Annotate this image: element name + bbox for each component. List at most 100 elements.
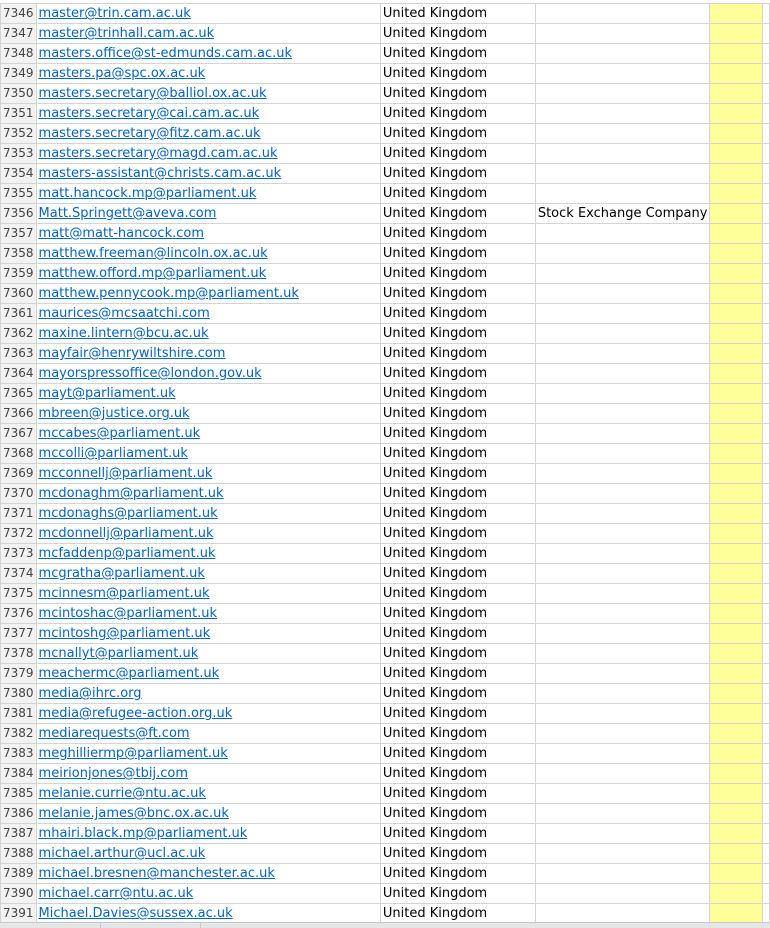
country-cell[interactable]: United Kingdom [379,83,536,104]
empty-cell[interactable] [762,183,770,204]
email-link[interactable]: michael.bresnen@manchester.ac.uk [39,866,275,881]
email-cell[interactable]: melanie.james@bnc.ox.ac.uk [35,803,381,824]
email-link[interactable]: meachermc@parliament.uk [39,666,220,681]
email-cell[interactable]: michael.arthur@ucl.ac.uk [35,843,381,864]
country-cell[interactable]: United Kingdom [379,163,536,184]
email-link[interactable]: melanie.currie@ntu.ac.uk [39,786,206,801]
note-cell[interactable] [534,743,711,764]
email-cell[interactable]: mcintoshg@parliament.uk [35,623,381,644]
note-cell[interactable] [534,783,711,804]
empty-cell[interactable] [762,783,770,804]
note-cell[interactable] [534,223,711,244]
empty-cell[interactable] [762,223,770,244]
email-link[interactable]: masters.pa@spc.ox.ac.uk [39,66,206,81]
empty-cell[interactable] [762,283,770,304]
note-cell[interactable] [534,583,711,604]
row-header[interactable]: 7347 [0,23,37,44]
row-header[interactable]: 7379 [0,663,37,684]
email-link[interactable]: matthew.freeman@lincoln.ox.ac.uk [39,246,268,261]
highlighted-cell[interactable] [709,43,764,64]
note-cell[interactable] [534,23,711,44]
email-cell[interactable]: mcnallyt@parliament.uk [35,643,381,664]
row-header[interactable]: 7370 [0,483,37,504]
highlighted-cell[interactable] [709,543,764,564]
note-cell[interactable] [534,283,711,304]
country-cell[interactable]: United Kingdom [379,803,536,824]
email-cell[interactable]: mcinnesm@parliament.uk [35,583,381,604]
email-link[interactable]: maxine.lintern@bcu.ac.uk [39,326,209,341]
email-cell[interactable]: masters.secretary@cai.cam.ac.uk [35,103,381,124]
email-cell[interactable]: masters.pa@spc.ox.ac.uk [35,63,381,84]
country-cell[interactable]: United Kingdom [379,783,536,804]
row-header[interactable]: 7350 [0,83,37,104]
row-header[interactable]: 7365 [0,383,37,404]
email-link[interactable]: mcgratha@parliament.uk [39,566,205,581]
country-cell[interactable]: United Kingdom [379,303,536,324]
email-link[interactable]: mcdonnellj@parliament.uk [39,526,214,541]
note-cell[interactable] [534,43,711,64]
country-cell[interactable]: United Kingdom [379,723,536,744]
highlighted-cell[interactable] [709,203,764,224]
row-header[interactable]: 7389 [0,863,37,884]
highlighted-cell[interactable] [709,23,764,44]
row-header[interactable]: 7381 [0,703,37,724]
email-cell[interactable]: masters.secretary@magd.cam.ac.uk [35,143,381,164]
email-link[interactable]: mcnallyt@parliament.uk [39,646,199,661]
row-header[interactable]: 7376 [0,603,37,624]
email-link[interactable]: masters.secretary@balliol.ox.ac.uk [39,86,267,101]
country-cell[interactable]: United Kingdom [379,703,536,724]
highlighted-cell[interactable] [709,603,764,624]
empty-cell[interactable] [762,883,770,904]
country-cell[interactable]: United Kingdom [379,563,536,584]
empty-cell[interactable] [762,123,770,144]
country-cell[interactable]: United Kingdom [379,743,536,764]
empty-cell[interactable] [762,363,770,384]
row-header[interactable]: 7388 [0,843,37,864]
empty-cell[interactable] [762,623,770,644]
highlighted-cell[interactable] [709,303,764,324]
email-link[interactable]: matthew.pennycook.mp@parliament.uk [39,286,299,301]
empty-cell[interactable] [762,743,770,764]
empty-cell[interactable] [762,803,770,824]
highlighted-cell[interactable] [709,383,764,404]
note-cell[interactable] [534,83,711,104]
note-cell[interactable] [534,623,711,644]
email-link[interactable]: masters.office@st-edmunds.cam.ac.uk [39,46,292,61]
row-header[interactable]: 7391 [0,903,37,924]
email-link[interactable]: matt@matt-hancock.com [39,226,204,241]
country-cell[interactable]: United Kingdom [379,283,536,304]
empty-cell[interactable] [762,763,770,784]
email-cell[interactable]: mcgratha@parliament.uk [35,563,381,584]
email-link[interactable]: matthew.offord.mp@parliament.uk [39,266,267,281]
note-cell[interactable] [534,483,711,504]
note-cell[interactable] [534,143,711,164]
email-cell[interactable]: mhairi.black.mp@parliament.uk [35,823,381,844]
note-cell[interactable] [534,903,711,924]
note-cell[interactable] [534,863,711,884]
empty-cell[interactable] [762,683,770,704]
note-cell[interactable] [534,823,711,844]
highlighted-cell[interactable] [709,63,764,84]
email-cell[interactable]: matthew.offord.mp@parliament.uk [35,263,381,284]
email-cell[interactable]: media@ihrc.org [35,683,381,704]
note-cell[interactable] [534,883,711,904]
highlighted-cell[interactable] [709,483,764,504]
note-cell[interactable] [534,303,711,324]
email-cell[interactable]: master@trin.cam.ac.uk [35,3,381,24]
country-cell[interactable]: United Kingdom [379,623,536,644]
country-cell[interactable]: United Kingdom [379,243,536,264]
email-cell[interactable]: mayt@parliament.uk [35,383,381,404]
country-cell[interactable]: United Kingdom [379,543,536,564]
email-cell[interactable]: masters.secretary@fitz.cam.ac.uk [35,123,381,144]
email-link[interactable]: mccabes@parliament.uk [39,426,201,441]
empty-cell[interactable] [762,583,770,604]
note-cell[interactable] [534,383,711,404]
email-link[interactable]: mcdonaghm@parliament.uk [39,486,224,501]
empty-cell[interactable] [762,563,770,584]
row-header[interactable]: 7386 [0,803,37,824]
note-cell[interactable] [534,343,711,364]
email-link[interactable]: matt.hancock.mp@parliament.uk [39,186,257,201]
highlighted-cell[interactable] [709,783,764,804]
empty-cell[interactable] [762,163,770,184]
note-cell[interactable] [534,543,711,564]
